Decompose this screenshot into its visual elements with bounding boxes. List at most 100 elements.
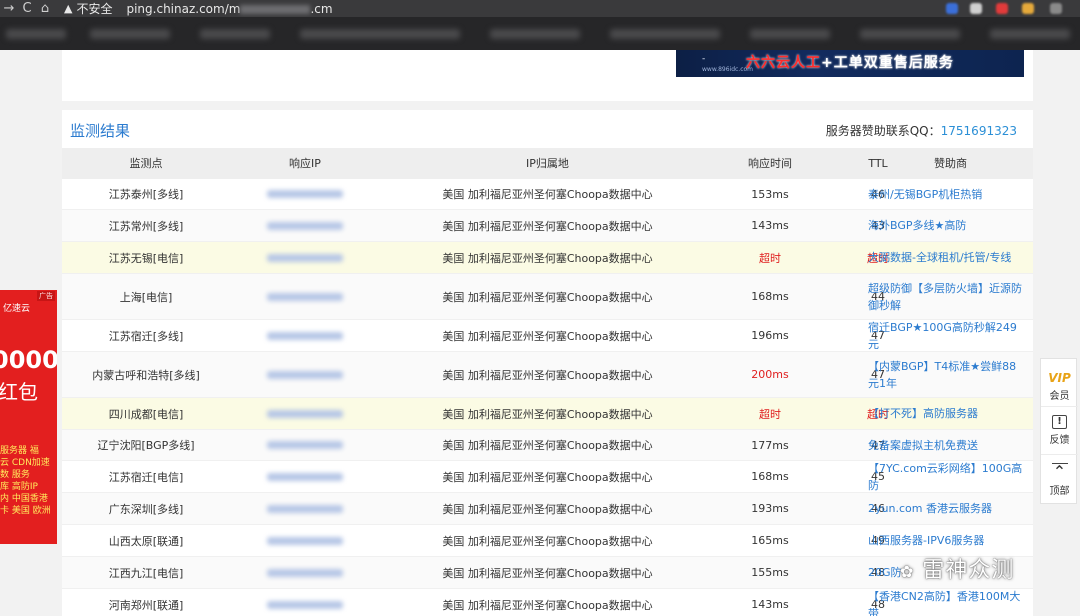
insecure-label[interactable]: 不安全 (76, 0, 112, 17)
cell-monitor-point: 河南郑州[联通] (108, 598, 184, 612)
banner-text-red: 六六云人工 (746, 55, 821, 71)
bookmark-item[interactable] (990, 29, 1070, 39)
redacted-ip (267, 409, 343, 418)
cell-ip-location: 美国 加利福尼亚州圣何塞Choopa数据中心 (442, 329, 653, 343)
cell-monitor-point: 内蒙古呼和浩特[多线] (92, 368, 200, 382)
cell-monitor-point: 江西九江[电信] (108, 566, 184, 580)
warning-icon: ▲ (64, 2, 73, 15)
cell-response-ip (230, 210, 380, 241)
contact-qq[interactable]: 1751691323 (941, 124, 1017, 138)
table-header: 监测点 响应IP IP归属地 响应时间 TTL 赞助商 (62, 148, 1033, 179)
cell-monitor-point: 上海[电信] (119, 290, 173, 304)
cell-response-ip (230, 557, 380, 588)
cell-sponsor[interactable]: 【打不死】高防服务器 (868, 398, 1033, 429)
vip-button[interactable]: VIP 会员 (1041, 363, 1078, 407)
cell-monitor-point: 广东深圳[多线] (108, 502, 184, 516)
table-row: 内蒙古呼和浩特[多线] 美国 加利福尼亚州圣何塞Choopa数据中心 200ms 47… (62, 352, 1033, 398)
cell-response-time: 超时 (759, 251, 781, 265)
cell-sponsor[interactable]: 宿迁BGP★100G高防秒解249元 (868, 320, 1033, 351)
url-prefix: ping.chinaz.com/m (126, 1, 241, 16)
cell-sponsor[interactable]: 海外BGP多线★高防 (868, 210, 1033, 241)
sponsor-contact: 服务器赞助联系QQ：1751691323 (826, 122, 1017, 139)
feedback-label: 反馈 (1049, 435, 1070, 446)
cell-response-ip (230, 493, 380, 524)
top-label: 顶部 (1049, 486, 1070, 497)
feedback-button[interactable]: ! 反馈 (1041, 409, 1078, 455)
redacted-ip (267, 504, 343, 513)
cell-response-time: 超时 (759, 407, 781, 421)
redacted-ip (267, 536, 343, 545)
redacted-ip (267, 600, 343, 609)
bookmark-item[interactable] (6, 29, 66, 39)
cell-sponsor[interactable]: 2yun.com 香港云服务器 (868, 493, 1033, 524)
redacted-ip (267, 370, 343, 379)
ad-line: 云 CDN加速 (0, 458, 50, 468)
cell-ip-location: 美国 加利福尼亚州圣何塞Choopa数据中心 (442, 407, 653, 421)
table-row: 江西九江[电信] 美国 加利福尼亚州圣何塞Choopa数据中心 155ms 48 20G… (62, 557, 1033, 589)
cell-sponsor[interactable]: 【内蒙BGP】T4标准★尝鲜88元1年 (868, 352, 1033, 397)
cell-monitor-point: 江苏宿迁[多线] (108, 329, 184, 343)
back-to-top-button[interactable]: ⌃ 顶部 (1041, 457, 1078, 503)
cell-sponsor[interactable]: 【香港CN2高防】香港100M大带 (868, 589, 1033, 616)
cell-response-time: 165ms (751, 534, 789, 547)
table-row: 河南郑州[联通] 美国 加利福尼亚州圣何塞Choopa数据中心 143ms 48 【香港… (62, 589, 1033, 616)
extension-icon[interactable] (1022, 3, 1034, 14)
home-icon[interactable]: ⌂ (36, 1, 54, 16)
bookmark-item[interactable] (490, 29, 580, 39)
vip-icon: VIP (1048, 371, 1071, 385)
left-side-ad[interactable]: 广告 亿速云 0000 红包 服务器 福 云 CDN加速 数 服务 库 高防IP… (0, 290, 57, 544)
cell-response-time: 143ms (751, 598, 789, 611)
table-row: 辽宁沈阳[BGP多线] 美国 加利福尼亚州圣何塞Choopa数据中心 177ms 47… (62, 430, 1033, 461)
header-response-ip: 响应IP (289, 157, 321, 170)
bookmark-item[interactable] (300, 29, 460, 39)
cell-response-time: 143ms (751, 219, 789, 232)
table-row: 上海[电信] 美国 加利福尼亚州圣何塞Choopa数据中心 168ms 44 超级防御【… (62, 274, 1033, 320)
vip-label: 会员 (1049, 391, 1070, 402)
ad-tag: 广告 (37, 291, 55, 301)
ad-line: 卡 美国 欧洲 (0, 506, 51, 516)
table-row: 江苏泰州[多线] 美国 加利福尼亚州圣何塞Choopa数据中心 153ms 46 泰州/… (62, 179, 1033, 210)
reload-icon[interactable]: C (18, 1, 36, 16)
redacted-ip (267, 472, 343, 481)
ad-brand: 亿速云 (3, 304, 31, 314)
cell-sponsor[interactable]: 超级防御【多层防火墙】近源防御秒解 (868, 274, 1033, 319)
cell-monitor-point: 四川成都[电信] (108, 407, 184, 421)
url-field[interactable]: ping.chinaz.com/m .cm (126, 2, 332, 16)
banner-text-white: +工单双重售后服务 (821, 55, 954, 71)
extension-icon[interactable] (1050, 3, 1062, 14)
cell-monitor-point: 山西太原[联通] (108, 534, 184, 548)
extension-icon[interactable] (946, 3, 958, 14)
cell-response-ip (230, 461, 380, 492)
extension-icon[interactable] (970, 3, 982, 14)
cell-ip-location: 美国 加利福尼亚州圣何塞Choopa数据中心 (442, 188, 653, 201)
watermark: ✿ 雷神众测 (900, 552, 1014, 584)
bookmark-item[interactable] (90, 29, 170, 39)
bookmark-item[interactable] (200, 29, 270, 39)
bookmark-item[interactable] (750, 29, 830, 39)
extension-icon[interactable] (996, 3, 1008, 14)
arrow-up-icon: ⌃ (1051, 462, 1068, 481)
url-suffix: .cm (310, 1, 333, 16)
banner-text: 六六云人工+工单双重售后服务 (746, 52, 954, 72)
bookmark-item[interactable] (610, 29, 720, 39)
panel-title: 监测结果 (70, 122, 131, 140)
feedback-icon: ! (1052, 415, 1067, 429)
cell-sponsor[interactable]: 【7YC.com云彩网络】100G高防 (868, 461, 1033, 492)
cell-ip-location: 美国 加利福尼亚州圣何塞Choopa数据中心 (442, 251, 653, 265)
floating-toolbar: VIP 会员 ! 反馈 ⌃ 顶部 (1040, 358, 1078, 504)
url-redacted (240, 4, 311, 14)
cell-ip-location: 美国 加利福尼亚州圣何塞Choopa数据中心 (442, 368, 653, 382)
browser-address-bar: → C ⌂ ▲ 不安全 ping.chinaz.com/m .cm (0, 0, 1080, 17)
cell-response-ip (230, 352, 380, 397)
bookmark-item[interactable] (860, 29, 960, 39)
table-row: 江苏宿迁[多线] 美国 加利福尼亚州圣何塞Choopa数据中心 196ms 47 宿迁B… (62, 320, 1033, 352)
cell-response-time: 193ms (751, 502, 789, 515)
cell-sponsor[interactable]: 泰州/无锡BGP机柜热销 (868, 179, 1033, 209)
banner-ad[interactable]: - www.896idc.com 六六云人工+工单双重售后服务 (676, 50, 1024, 77)
back-icon[interactable]: → (0, 1, 18, 16)
table-row: 四川成都[电信] 美国 加利福尼亚州圣何塞Choopa数据中心 超时 超时 【打不死】高… (62, 398, 1033, 430)
cell-sponsor[interactable]: 免备案虚拟主机免费送 (868, 430, 1033, 460)
cell-response-time: 168ms (751, 470, 789, 483)
cell-sponsor[interactable]: 大弼数据-全球租机/托管/专线 (868, 242, 1033, 273)
cell-response-ip (230, 589, 380, 616)
